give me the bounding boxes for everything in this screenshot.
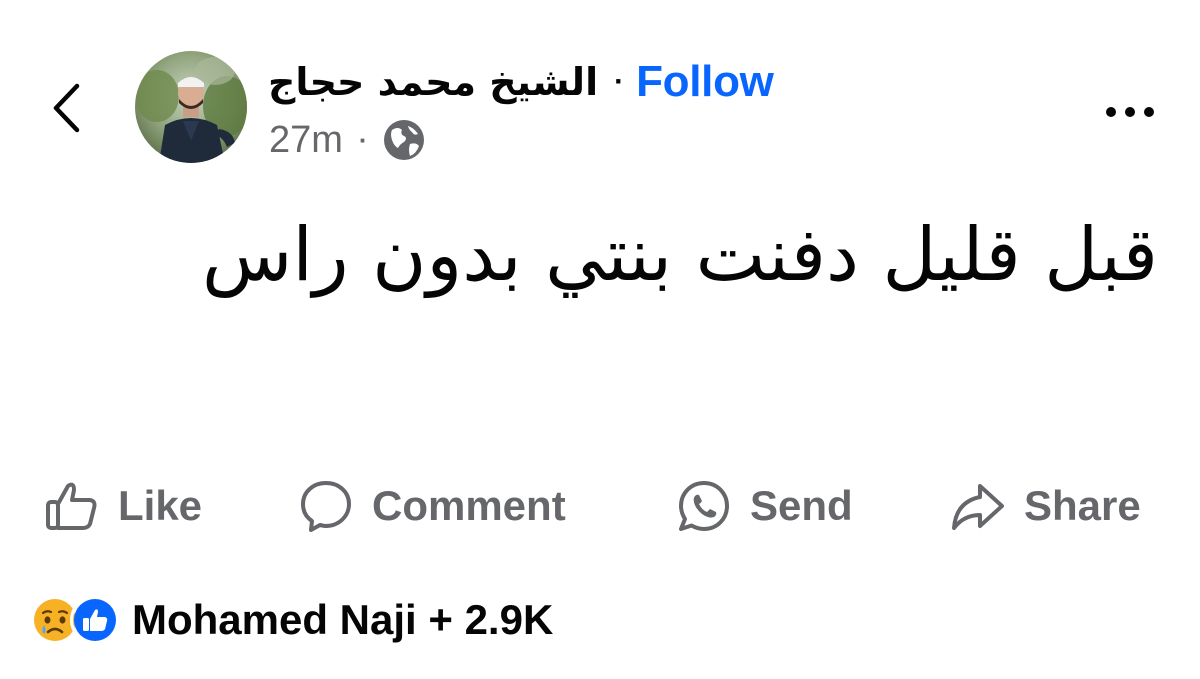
comment-label: Comment bbox=[372, 482, 566, 529]
send-label: Send bbox=[750, 482, 853, 529]
follow-button[interactable]: Follow bbox=[636, 57, 774, 107]
share-button[interactable]: Share bbox=[950, 470, 1141, 542]
author-name[interactable]: الشيخ محمد حجاج bbox=[268, 60, 598, 104]
comment-bubble-icon bbox=[298, 478, 354, 534]
comment-button[interactable]: Comment bbox=[298, 470, 566, 542]
chevron-left-icon bbox=[53, 83, 80, 133]
post-meta: 27m · bbox=[269, 116, 426, 164]
whatsapp-icon bbox=[676, 478, 732, 534]
like-label: Like bbox=[118, 482, 203, 529]
like-button[interactable]: Like bbox=[44, 470, 202, 542]
reactions-count-text: Mohamed Naji + 2.9K bbox=[132, 596, 554, 643]
thumbs-up-icon bbox=[44, 478, 100, 534]
author-avatar[interactable] bbox=[135, 51, 247, 163]
send-button[interactable]: Send bbox=[676, 470, 853, 542]
post-header: الشيخ محمد حجاج · Follow bbox=[268, 52, 774, 112]
more-options-button[interactable] bbox=[1100, 92, 1160, 132]
share-label: Share bbox=[1024, 482, 1141, 529]
globe-icon[interactable] bbox=[382, 118, 426, 162]
post-timestamp[interactable]: 27m bbox=[269, 119, 343, 162]
post-action-bar: Like Comment Send Share bbox=[0, 470, 1200, 542]
share-arrow-icon bbox=[950, 478, 1006, 534]
like-reaction-icon bbox=[70, 595, 120, 645]
post-text: قبل قليل دفنت بنتي بدون راس bbox=[201, 212, 1158, 298]
meta-separator: · bbox=[358, 124, 368, 155]
avatar-photo bbox=[135, 51, 247, 163]
reactions-summary[interactable]: Mohamed Naji + 2.9K bbox=[30, 592, 553, 648]
header-separator: · bbox=[614, 65, 625, 98]
ellipsis-icon bbox=[1106, 107, 1154, 117]
back-button[interactable] bbox=[40, 78, 92, 138]
